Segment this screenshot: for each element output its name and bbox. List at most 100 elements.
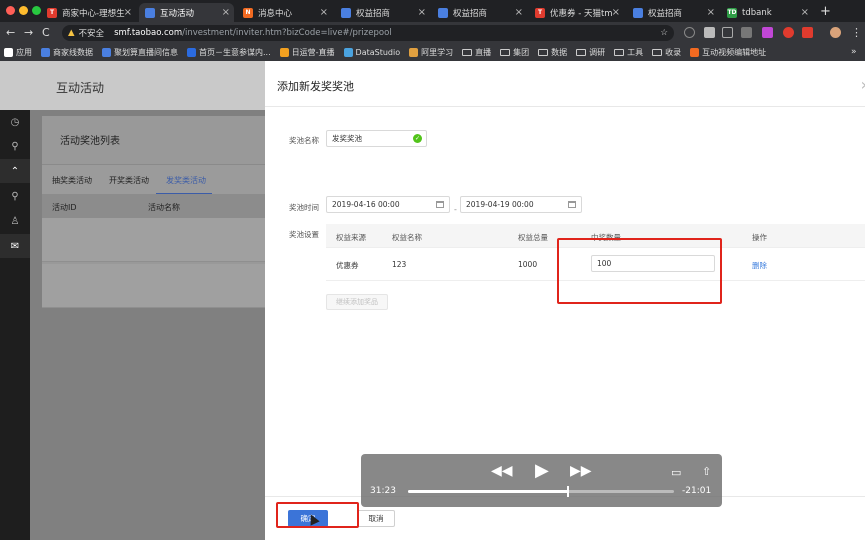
card-title: 活动奖池列表 [60,136,120,147]
bookmark-label: 首页－生意参谋内... [199,48,271,57]
bookmark-item[interactable]: 日运营-直播 [279,47,335,58]
column-activity-name: 活动名称 [148,203,180,212]
bookmark-item[interactable]: 聚划算直播间信息 [102,47,178,58]
pool-name-input[interactable]: 发奖奖池 ✓ [326,130,427,147]
reload-icon[interactable]: C [42,26,50,39]
bookmark-item[interactable]: 直播 [462,47,491,58]
prize-pool-card: 活动奖池列表 抽奖类活动 开奖类活动 发奖类活动 活动ID 活动名称 [42,116,265,308]
browser-tab[interactable]: 互动活动 × [139,3,234,22]
tab-close-icon[interactable]: × [418,7,426,18]
extension-red-icon[interactable] [783,27,794,38]
bookmark-favicon-icon [41,48,50,57]
tab-close-icon[interactable]: × [320,7,328,18]
chevron-up-icon[interactable]: ⌃ [0,159,30,183]
browser-tab[interactable]: T 优惠券 - 天猫tm × [529,3,624,22]
browser-tab[interactable]: 权益招商 × [432,3,527,22]
bookmark-label: 调研 [589,48,606,57]
fast-forward-icon[interactable]: ▶▶ [570,463,592,479]
tab-favicon-icon [145,7,155,18]
browser-tab[interactable]: N 消息中心 × [237,3,332,22]
zoom-window-button[interactable] [32,6,41,15]
bookmark-item[interactable]: 数据 [538,47,567,58]
paperclip-icon[interactable]: ⚲ [0,134,30,158]
end-date-input[interactable]: 2019-04-19 00:00 [460,196,582,213]
tab-lottery[interactable]: 抽奖类活动 [52,175,92,186]
attachment-icon[interactable]: ⚲ [0,184,30,208]
bookmark-item[interactable]: 调研 [576,47,605,58]
bookmark-label: 互动视频编辑地址 [702,48,767,57]
column-quantity: 中奖数量 [591,233,621,242]
bookmark-item[interactable]: 应用 [4,47,32,58]
table-row [42,264,265,308]
extension-icon[interactable] [704,27,715,38]
bookmark-item[interactable]: 收录 [652,47,681,58]
tab-title: 权益招商 [356,8,391,19]
tab-favicon-icon [341,7,351,18]
quantity-input[interactable]: 100 [591,255,715,272]
tab-award[interactable]: 发奖类活动 [166,175,206,186]
extension-purple-icon[interactable] [762,27,773,38]
tab-close-icon[interactable]: × [801,7,809,18]
bookmark-star-icon[interactable]: ☆ [660,28,668,38]
cancel-button[interactable]: 取消 [357,510,395,527]
mail-icon[interactable]: ✉ [0,234,30,258]
forward-arrow-icon[interactable]: → [24,26,33,39]
close-window-button[interactable] [6,6,15,15]
bookmark-item[interactable]: 互动视频编辑地址 [690,47,766,58]
pocket-icon[interactable] [722,27,733,38]
browser-tab[interactable]: 权益招商 × [627,3,719,22]
user-icon[interactable]: ♙ [0,209,30,233]
bookmark-label: 集团 [513,48,530,57]
bookmark-item[interactable]: 工具 [614,47,643,58]
start-date-input[interactable]: 2019-04-16 00:00 [326,196,450,213]
video-progress-bar[interactable] [408,486,674,497]
tab-close-icon[interactable]: × [612,7,620,18]
eyedropper-icon[interactable] [741,27,752,38]
play-icon[interactable]: ▶ [535,460,549,481]
extension-red-square-icon[interactable] [802,27,813,38]
tab-close-icon[interactable]: × [222,7,230,18]
bookmark-item[interactable]: 首页－生意参谋内... [187,47,271,58]
bookmark-item[interactable]: DataStudio [343,48,401,57]
row-total: 1000 [518,260,538,269]
address-bar[interactable]: ▲ 不安全 smf.taobao.com /investment/inviter… [62,25,674,41]
add-prize-button[interactable]: 继续添加奖品 [326,294,388,310]
bookmark-item[interactable]: 商家线数据 [41,47,93,58]
menu-icon[interactable]: ⋮ [851,26,862,39]
browser-tab[interactable]: 权益招商 × [335,3,430,22]
browser-tab-strip: T 商家中心-理想生 × 互动活动 × N 消息中心 × 权益招商 × 权益招商 × T 优惠券 - 天猫… [0,0,865,22]
tab-title: 权益招商 [648,8,683,19]
airplay-icon[interactable]: ▭ [671,466,681,479]
share-icon[interactable]: ⇧ [702,465,711,478]
bookmark-item[interactable]: 集团 [500,47,529,58]
bookmark-item[interactable]: 阿里学习 [409,47,453,58]
bookmark-label: 数据 [551,48,568,57]
tab-close-icon[interactable]: × [707,7,715,18]
folder-icon [576,49,587,56]
browser-tab[interactable]: T 商家中心-理想生 × [41,3,136,22]
minimize-window-button[interactable] [19,6,28,15]
tab-close-icon[interactable]: × [515,7,523,18]
clock-icon[interactable]: ◷ [0,110,30,134]
divider [265,106,865,107]
folder-icon [500,49,511,56]
tab-favicon-icon [633,7,643,18]
back-arrow-icon[interactable]: ← [6,26,15,39]
tab-draw[interactable]: 开奖类活动 [109,175,149,186]
rewind-icon[interactable]: ◀◀ [491,463,513,479]
profile-avatar[interactable] [830,27,841,38]
browser-tab[interactable]: TD tdbank × [721,3,813,22]
close-icon[interactable]: › [861,75,865,94]
delete-link[interactable]: 删除 [752,260,767,271]
more-bookmarks-icon[interactable]: » [851,47,857,57]
bookmarks-bar: 应用 商家线数据 聚划算直播间信息 首页－生意参谋内... 日运营-直播 DataStud… [0,44,865,61]
video-scrubber-handle[interactable] [566,486,569,497]
bookmark-label: DataStudio [355,48,401,57]
video-progress-fill [408,490,568,493]
folder-icon [538,49,549,56]
info-icon[interactable] [684,27,695,38]
tab-close-icon[interactable]: × [124,7,132,18]
calendar-icon [436,201,444,208]
table-row [42,218,265,262]
new-tab-button[interactable]: + [820,4,831,19]
